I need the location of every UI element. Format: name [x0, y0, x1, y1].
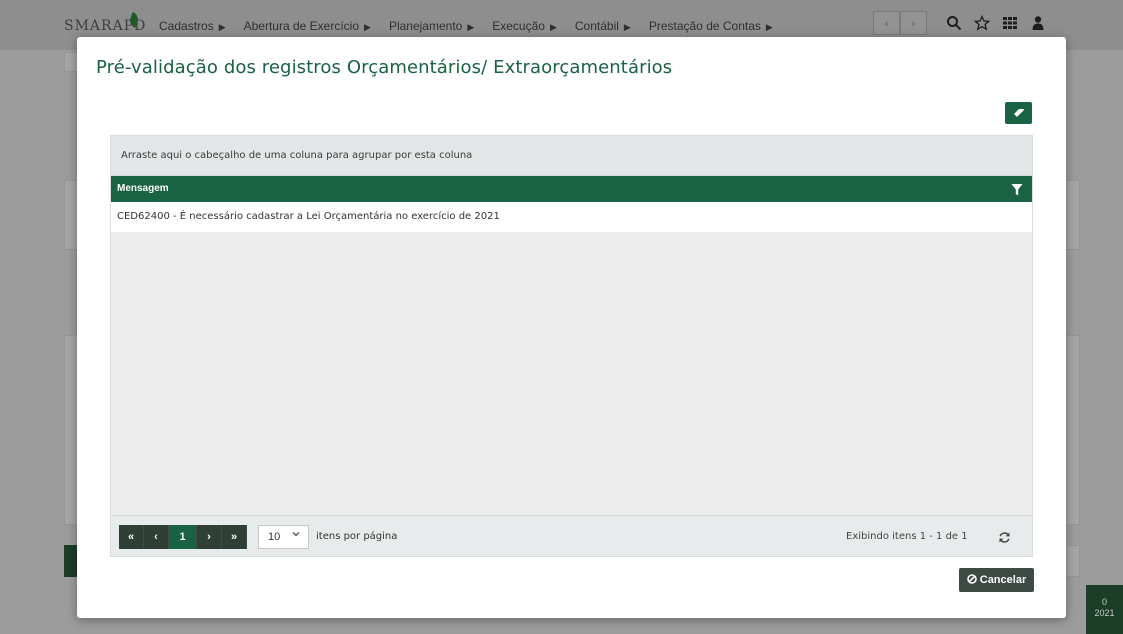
top-icons: [946, 14, 1046, 31]
user-icon[interactable]: [1030, 15, 1046, 31]
messages-grid: Arraste aqui o cabeçalho de uma coluna p…: [110, 135, 1033, 557]
nav-item-cadastros[interactable]: Cadastros ▶: [159, 19, 226, 33]
page-size-value: 10: [268, 531, 281, 543]
grid-pager: « ‹ 1 › » 10 itens por página Exibindo i…: [111, 515, 1032, 556]
grid-empty-area: [111, 232, 1032, 515]
modal-title: Pré-validação dos registros Orçamentário…: [96, 57, 673, 78]
ban-icon: [966, 573, 977, 587]
background-button-right: [1064, 545, 1080, 577]
per-page-label: itens por página: [316, 531, 398, 542]
pager-prev-button[interactable]: ‹: [144, 525, 169, 549]
pager-last-button[interactable]: »: [222, 525, 247, 549]
side-counter-badge[interactable]: 0 2021: [1086, 585, 1123, 634]
nav-scroll-left-button[interactable]: ‹: [873, 11, 900, 35]
nav-item-contabil[interactable]: Contábil ▶: [575, 19, 631, 33]
page-size-select[interactable]: 10: [258, 525, 309, 549]
cancel-button[interactable]: Cancelar: [959, 568, 1034, 592]
filter-icon[interactable]: [1011, 182, 1023, 196]
pager-info: Exibindo itens 1 - 1 de 1: [846, 531, 968, 542]
clear-filters-button[interactable]: [1005, 102, 1032, 124]
pager-first-button[interactable]: «: [119, 525, 144, 549]
column-header-mensagem[interactable]: Mensagem: [117, 183, 169, 194]
background-panel-right-2: [1064, 335, 1080, 525]
table-row[interactable]: CED62400 - É necessário cadastrar a Lei …: [111, 202, 1032, 232]
prevalidation-modal: Pré-validação dos registros Orçamentário…: [77, 37, 1066, 618]
nav-scroll-arrows: ‹ ›: [873, 11, 927, 35]
eraser-icon: [1013, 109, 1024, 117]
nav-item-abertura-exercicio[interactable]: Abertura de Exercício ▶: [244, 19, 371, 33]
nav-item-prestacao-contas[interactable]: Prestação de Contas ▶: [649, 19, 773, 33]
nav-item-execucao[interactable]: Execução ▶: [492, 19, 557, 33]
grid-icon[interactable]: [1002, 15, 1018, 31]
background-panel-right-1: [1064, 180, 1080, 250]
refresh-icon[interactable]: [998, 529, 1011, 543]
pager-page-button[interactable]: 1: [169, 525, 197, 549]
nav-scroll-right-button[interactable]: ›: [900, 11, 927, 35]
cell-mensagem: CED62400 - É necessário cadastrar a Lei …: [117, 211, 500, 222]
grid-header: Mensagem: [111, 176, 1032, 202]
pager-next-button[interactable]: ›: [197, 525, 222, 549]
cancel-label: Cancelar: [979, 574, 1027, 586]
group-by-drop-area[interactable]: Arraste aqui o cabeçalho de uma coluna p…: [111, 136, 1032, 176]
main-nav: Cadastros ▶ Abertura de Exercício ▶ Planej…: [159, 19, 791, 33]
star-icon[interactable]: [973, 14, 991, 31]
chevron-down-icon: [292, 530, 300, 540]
pager-buttons: « ‹ 1 › »: [119, 525, 247, 549]
nav-item-planejamento[interactable]: Planejamento ▶: [389, 19, 474, 33]
search-icon[interactable]: [946, 15, 962, 31]
